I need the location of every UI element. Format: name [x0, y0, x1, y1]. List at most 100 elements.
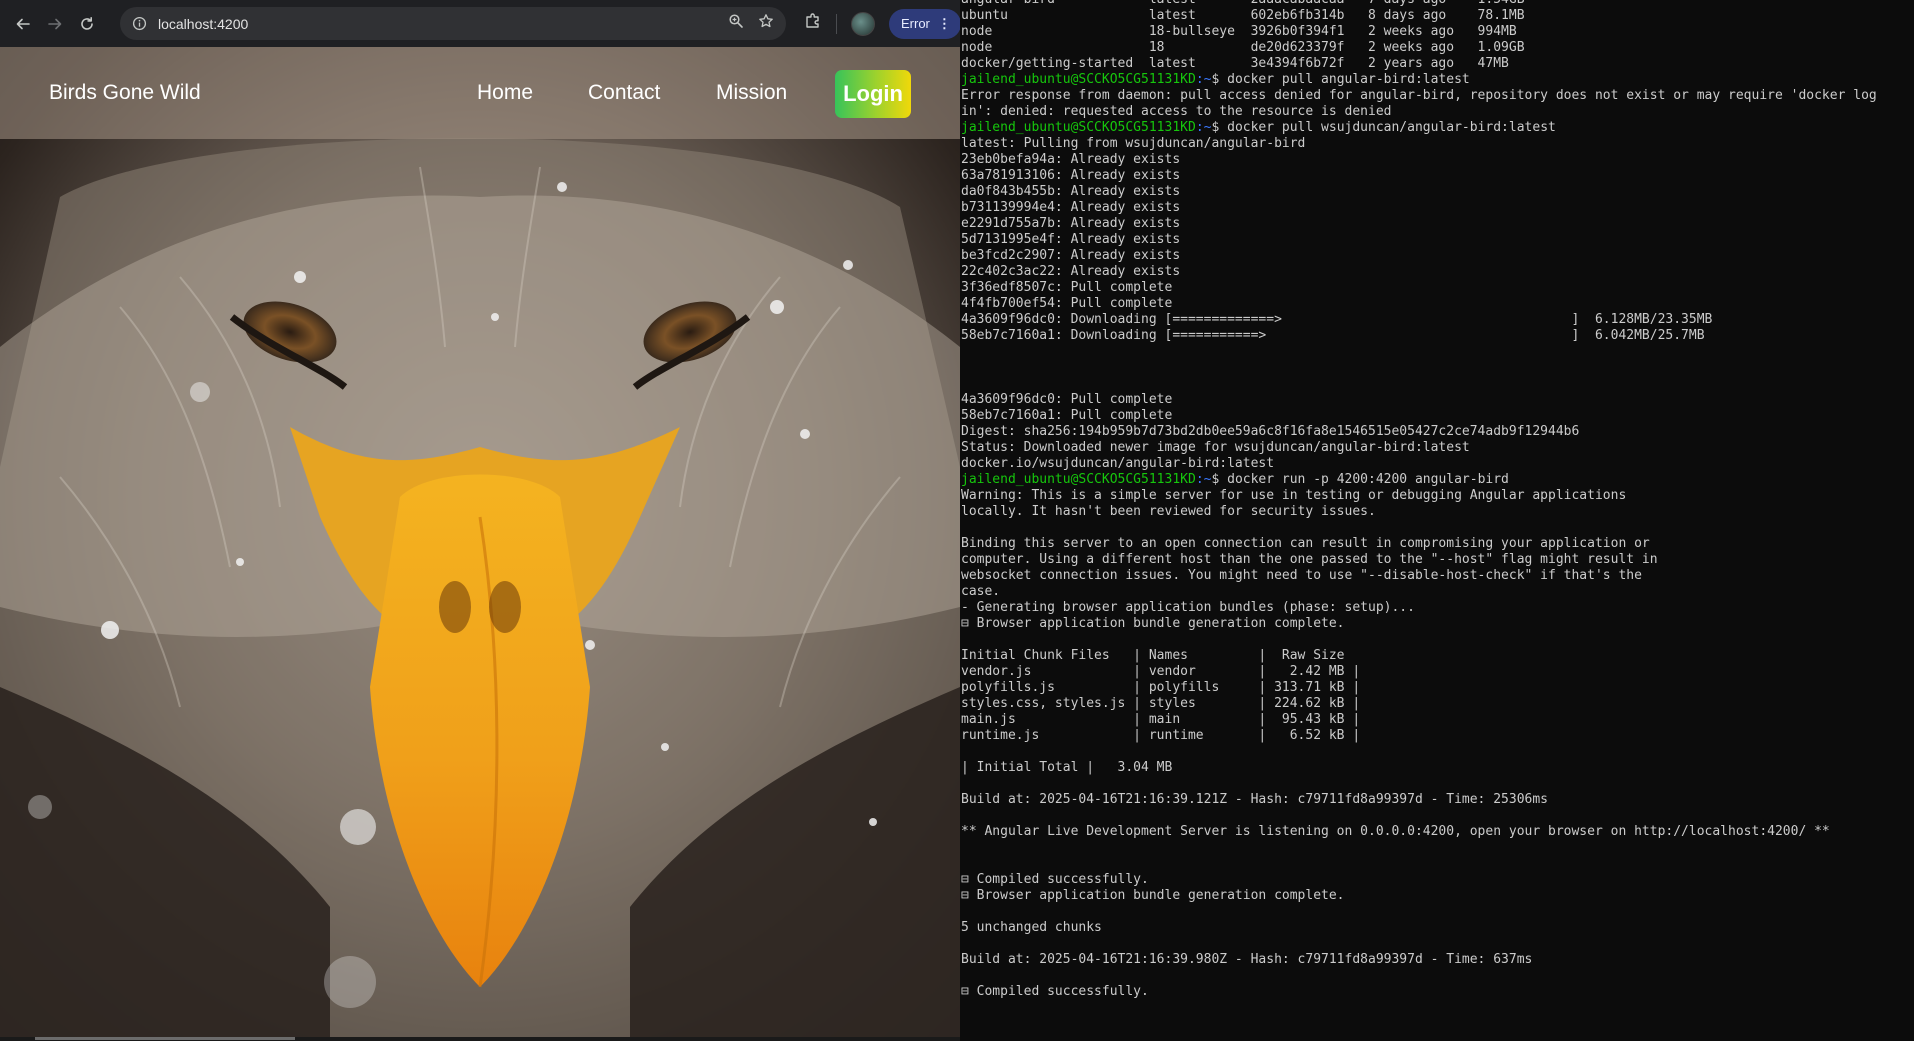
login-button[interactable]: Login [835, 70, 911, 118]
terminal-line: 4a3609f96dc0: Pull complete [961, 392, 1173, 407]
toolbar-right: Error ⋮ [796, 0, 960, 47]
terminal-line: runtime.js | runtime | 6.52 kB | [961, 728, 1361, 743]
prompt-path: :~ [1195, 72, 1212, 87]
terminal-line: computer. Using a different host than th… [961, 552, 1658, 567]
terminal-line: Status: Downloaded newer image for wsujd… [961, 440, 1470, 455]
puzzle-icon [806, 13, 819, 28]
terminal-line: 3f36edf8507c: Pull complete [961, 280, 1173, 295]
reload-icon [81, 16, 93, 30]
prompt-command: $ docker pull angular-bird:latest [1211, 72, 1470, 87]
terminal-line: ** Angular Live Development Server is li… [961, 824, 1830, 839]
terminal-line: main.js | main | 95.43 kB | [961, 712, 1361, 727]
prompt-path: :~ [1195, 120, 1212, 135]
terminal-line: | Initial Total | 3.04 MB [961, 760, 1173, 775]
terminal-line: Digest: sha256:194b959b7d73bd2db0ee59a6c… [961, 424, 1580, 439]
error-chip-label: Error [901, 16, 930, 31]
error-chip[interactable]: Error ⋮ [889, 8, 960, 39]
terminal-line: 58eb7c7160a1: Downloading [===========> … [961, 328, 1705, 343]
arrow-right-icon [48, 18, 62, 29]
terminal-line: be3fcd2c2907: Already exists [961, 248, 1181, 263]
zoom-button[interactable] [728, 13, 744, 34]
site-brand[interactable]: Birds Gone Wild [49, 47, 201, 139]
nav-link-contact[interactable]: Contact [588, 47, 660, 139]
prompt-path: :~ [1195, 472, 1212, 487]
terminal-line: e2291d755a7b: Already exists [961, 216, 1181, 231]
terminal-line: 63a781913106: Already exists [961, 168, 1181, 183]
terminal-line: Initial Chunk Files | Names | Raw Size [961, 648, 1345, 663]
terminal-line: ⊟ Compiled successfully. [961, 984, 1149, 999]
prompt-user: jailend_ubuntu@SCCKO5CG51131KD [961, 120, 1196, 135]
terminal-line: Error response from daemon: pull access … [961, 88, 1877, 103]
bookmark-button[interactable] [758, 13, 774, 34]
terminal-line: vendor.js | vendor | 2.42 MB | [961, 664, 1361, 679]
terminal-line: 58eb7c7160a1: Pull complete [961, 408, 1173, 423]
arrow-left-icon [16, 18, 30, 29]
terminal-line: 22c402c3ac22: Already exists [961, 264, 1181, 279]
forward-button[interactable] [42, 11, 68, 37]
reload-button[interactable] [74, 11, 100, 37]
url-text[interactable]: localhost:4200 [158, 16, 248, 32]
terminal-line: docker/getting-started latest 3e4394f6b7… [961, 56, 1509, 71]
nav-link-mission[interactable]: Mission [716, 47, 787, 139]
eagle-hero-image [0, 47, 960, 1041]
page-viewport: Birds Gone Wild Home Contact Mission Log… [0, 47, 960, 1041]
terminal-window[interactable]: angular-bird latest 2aaacabaacaa 7 days … [960, 0, 1914, 1041]
terminal-line: 4f4fb700ef54: Pull complete [961, 296, 1173, 311]
browser-toolbar: localhost:4200 Error ⋮ [0, 0, 960, 47]
prompt-user: jailend_ubuntu@SCCKO5CG51131KD [961, 72, 1196, 87]
address-bar[interactable]: localhost:4200 [120, 7, 786, 40]
zoom-icon [729, 14, 743, 28]
terminal-line: 5d7131995e4f: Already exists [961, 232, 1181, 247]
terminal-line: docker.io/wsujduncan/angular-bird:latest [961, 456, 1275, 471]
terminal-line: Build at: 2025-04-16T21:16:39.121Z - Has… [961, 792, 1548, 807]
prompt-command: $ docker run -p 4200:4200 angular-bird [1211, 472, 1509, 487]
terminal-line: locally. It hasn't been reviewed for sec… [961, 504, 1376, 519]
terminal-line: node 18 de20d623379f 2 weeks ago 1.09GB [961, 40, 1525, 55]
horizontal-scrollbar-thumb[interactable] [35, 1037, 295, 1040]
back-button[interactable] [10, 11, 36, 37]
nav-link-home[interactable]: Home [477, 47, 533, 139]
kebab-menu-icon: ⋮ [937, 15, 951, 31]
browser-window: localhost:4200 Error ⋮ Birds Gone Wild H… [0, 0, 960, 1041]
terminal-line: polyfills.js | polyfills | 313.71 kB | [961, 680, 1361, 695]
terminal-line: ⊟ Browser application bundle generation … [961, 616, 1345, 631]
terminal-line: 5 unchanged chunks [961, 920, 1102, 935]
terminal-line: - Generating browser application bundles… [961, 600, 1415, 615]
terminal-prompt-line: jailend_ubuntu@SCCKO5CG51131KD:~$ docker… [961, 472, 1911, 488]
site-info-button[interactable] [130, 15, 148, 33]
terminal-prompt-line: jailend_ubuntu@SCCKO5CG51131KD:~$ docker… [961, 72, 1911, 88]
terminal-line: ⊟ Browser application bundle generation … [961, 888, 1345, 903]
address-bar-actions [728, 7, 774, 40]
terminal-line: Build at: 2025-04-16T21:16:39.980Z - Has… [961, 952, 1533, 967]
terminal-line: Binding this server to an open connectio… [961, 536, 1650, 551]
terminal-line: node 18-bullseye 3926b0f394f1 2 weeks ag… [961, 24, 1517, 39]
extensions-button[interactable] [804, 12, 822, 35]
prompt-command: $ docker pull wsujduncan/angular-bird:la… [1211, 120, 1556, 135]
site-header: Birds Gone Wild Home Contact Mission Log… [0, 47, 960, 139]
terminal-output: angular-bird latest 2aaacabaacaa 7 days … [961, 0, 1911, 1000]
terminal-line: ubuntu latest 602eb6fb314b 8 days ago 78… [961, 8, 1525, 23]
terminal-prompt-line: jailend_ubuntu@SCCKO5CG51131KD:~$ docker… [961, 120, 1911, 136]
terminal-line: 4a3609f96dc0: Downloading [=============… [961, 312, 1713, 327]
toolbar-separator [836, 13, 837, 34]
terminal-line: in': denied: requested access to the res… [961, 104, 1392, 119]
terminal-line: 23eb0befa94a: Already exists [961, 152, 1181, 167]
profile-avatar[interactable] [851, 11, 875, 36]
terminal-line: websocket connection issues. You might n… [961, 568, 1642, 583]
terminal-line: angular-bird latest 2aaacabaacaa 7 days … [961, 0, 1911, 8]
terminal-line: ⊟ Compiled successfully. [961, 872, 1149, 887]
terminal-line: latest: Pulling from wsujduncan/angular-… [961, 136, 1306, 151]
terminal-line: b731139994e4: Already exists [961, 200, 1181, 215]
terminal-line: da0f843b455b: Already exists [961, 184, 1181, 199]
terminal-line: Warning: This is a simple server for use… [961, 488, 1627, 503]
